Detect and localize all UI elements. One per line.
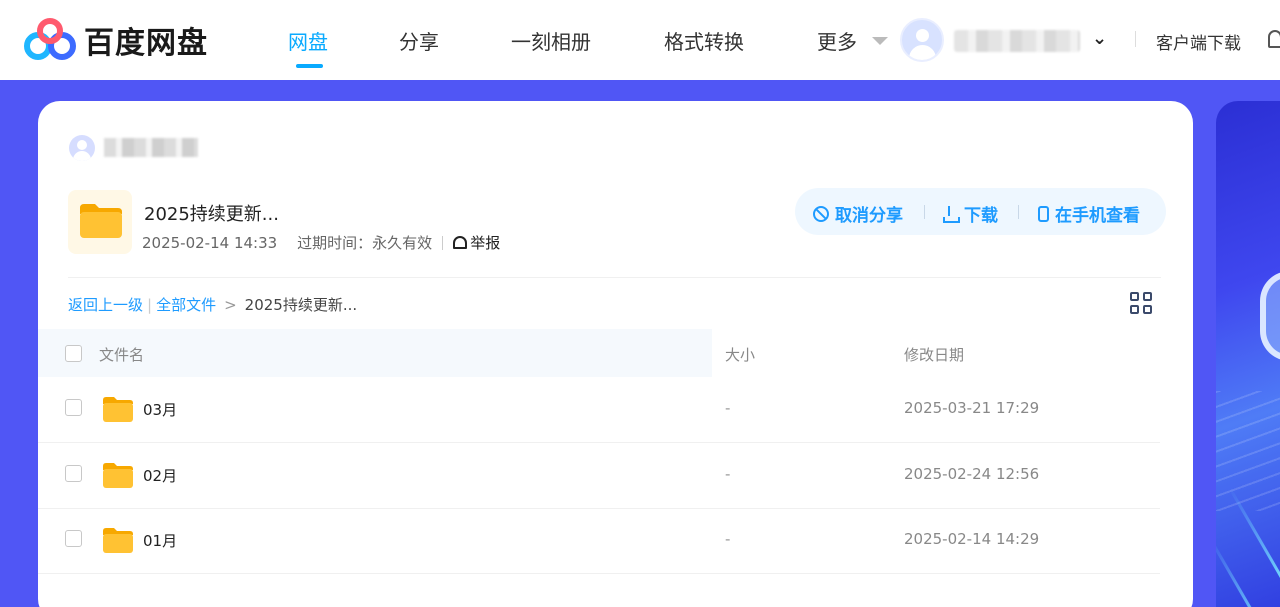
file-size: - bbox=[725, 530, 731, 548]
breadcrumb-current: 2025持续更新... bbox=[244, 296, 358, 314]
share-folder-thumbnail bbox=[68, 190, 132, 254]
select-all-checkbox[interactable] bbox=[65, 345, 82, 362]
share-meta: 2025-02-14 14:33 过期时间：永久有效 举报 bbox=[142, 232, 500, 253]
alarm-icon bbox=[453, 236, 468, 249]
download-label: 下载 bbox=[964, 206, 998, 226]
ban-icon bbox=[813, 205, 829, 222]
table-row[interactable]: 01月 - 2025-02-14 14:29 bbox=[38, 508, 1160, 574]
cancel-share-label: 取消分享 bbox=[835, 206, 903, 226]
file-modified: 2025-02-24 12:56 bbox=[904, 465, 1040, 483]
view-on-phone-button[interactable]: 在手机查看 bbox=[1038, 201, 1140, 226]
phone-icon bbox=[1038, 205, 1049, 222]
share-card: 2025持续更新... 2025-02-14 14:33 过期时间：永久有效 举… bbox=[38, 101, 1193, 607]
brand-logo[interactable]: 百度网盘 bbox=[24, 18, 208, 62]
file-size: - bbox=[725, 399, 731, 417]
breadcrumb-separator-icon: > bbox=[224, 295, 237, 314]
grid-view-icon[interactable] bbox=[1130, 292, 1154, 316]
file-size: - bbox=[725, 465, 731, 483]
nav-item-format-convert[interactable]: 格式转换 bbox=[664, 26, 744, 55]
file-name[interactable]: 02月 bbox=[143, 465, 177, 486]
promo-banner[interactable] bbox=[1216, 101, 1280, 607]
folder-icon bbox=[80, 204, 122, 238]
table-row[interactable]: 02月 - 2025-02-24 12:56 bbox=[38, 443, 1160, 509]
nav-item-more[interactable]: 更多 bbox=[817, 26, 857, 55]
breadcrumb-all-files[interactable]: 全部文件 bbox=[156, 294, 216, 315]
download-icon bbox=[942, 205, 960, 223]
nav-divider bbox=[1135, 31, 1136, 47]
username-blurred[interactable] bbox=[954, 30, 1080, 52]
report-link[interactable]: 举报 bbox=[453, 232, 500, 253]
download-button[interactable]: 下载 bbox=[942, 201, 998, 226]
share-expire: 过期时间：永久有效 bbox=[297, 234, 433, 252]
owner-avatar bbox=[69, 135, 95, 161]
column-name[interactable]: 文件名 bbox=[99, 344, 144, 365]
share-date: 2025-02-14 14:33 bbox=[142, 233, 278, 252]
nav-item-netdisk[interactable]: 网盘 bbox=[288, 26, 328, 55]
column-size[interactable]: 大小 bbox=[725, 344, 755, 365]
divider bbox=[68, 277, 1161, 278]
file-name[interactable]: 01月 bbox=[143, 530, 177, 551]
row-checkbox[interactable] bbox=[65, 399, 82, 416]
bell-icon[interactable] bbox=[1268, 30, 1280, 48]
baidu-netdisk-logo-icon bbox=[24, 18, 76, 60]
top-navbar: 百度网盘 网盘 分享 一刻相册 格式转换 更多 ⌄ 客户端下载 bbox=[0, 0, 1280, 80]
file-modified: 2025-03-21 17:29 bbox=[904, 399, 1040, 417]
nav-item-share[interactable]: 分享 bbox=[399, 26, 439, 55]
breadcrumb-back[interactable]: 返回上一级 bbox=[68, 294, 143, 315]
more-caret-icon[interactable] bbox=[872, 37, 888, 45]
nav-active-indicator bbox=[296, 64, 323, 68]
table-header: 文件名 大小 修改日期 bbox=[38, 329, 1160, 377]
chevron-down-icon[interactable]: ⌄ bbox=[1092, 28, 1107, 49]
view-on-phone-label: 在手机查看 bbox=[1055, 206, 1140, 226]
breadcrumb: 返回上一级 | 全部文件 > 2025持续更新... bbox=[68, 294, 358, 315]
report-label: 举报 bbox=[470, 234, 501, 252]
nav-item-moment-album[interactable]: 一刻相册 bbox=[511, 26, 591, 55]
share-title: 2025持续更新... bbox=[144, 204, 279, 225]
file-name[interactable]: 03月 bbox=[143, 399, 177, 420]
owner-name-blurred bbox=[104, 138, 198, 157]
table-row[interactable]: 03月 - 2025-03-21 17:29 bbox=[38, 377, 1160, 443]
row-checkbox[interactable] bbox=[65, 465, 82, 482]
share-actions: 取消分享 下载 在手机查看 bbox=[795, 188, 1166, 235]
folder-icon bbox=[103, 397, 133, 422]
cancel-share-button[interactable]: 取消分享 bbox=[813, 201, 903, 226]
user-avatar[interactable] bbox=[900, 18, 944, 62]
client-download-link[interactable]: 客户端下载 bbox=[1156, 29, 1241, 54]
folder-icon bbox=[103, 463, 133, 488]
file-modified: 2025-02-14 14:29 bbox=[904, 530, 1040, 548]
folder-icon bbox=[103, 528, 133, 553]
column-modified[interactable]: 修改日期 bbox=[904, 344, 964, 365]
row-checkbox[interactable] bbox=[65, 530, 82, 547]
brand-name: 百度网盘 bbox=[84, 26, 208, 61]
